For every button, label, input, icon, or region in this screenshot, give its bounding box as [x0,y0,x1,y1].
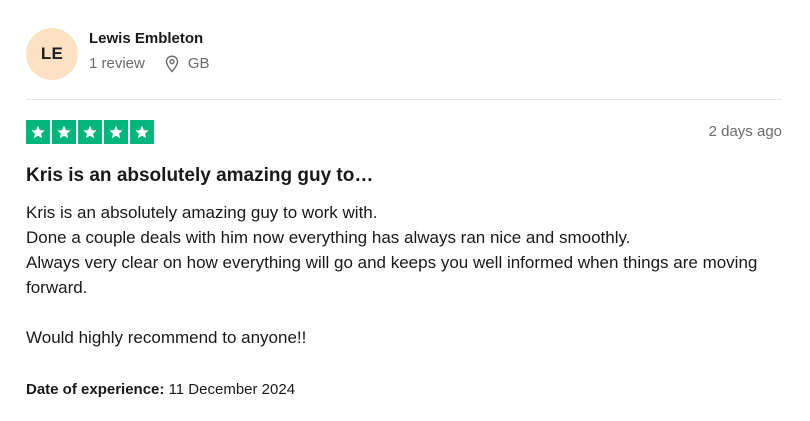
star-rating [26,120,154,144]
star-icon [78,120,102,144]
review-posted-date: 2 days ago [708,123,782,140]
divider [26,99,782,100]
experience-date: 11 December 2024 [168,381,296,398]
review-closing: Would highly recommend to anyone!! [26,328,307,347]
reviewer-meta: 1 review GB [89,54,210,74]
star-icon [26,120,50,144]
reviewer-name[interactable]: Lewis Embleton [89,28,210,50]
review-title[interactable]: Kris is an absolutely amazing guy to… [26,163,373,189]
review-text-line: Done a couple deals with him now everyth… [26,228,631,247]
star-icon [52,120,76,144]
review-body: Kris is an absolutely amazing guy to wor… [26,200,786,350]
experience-label: Date of experience: [26,381,165,398]
reviewer-header: LE Lewis Embleton 1 review GB [26,28,782,80]
date-of-experience: Date of experience: 11 December 2024 [26,380,295,400]
reviewer-country: GB [187,55,210,72]
review-card: LE Lewis Embleton 1 review GB 2 days ago… [26,0,782,421]
reviewer-info: Lewis Embleton 1 review GB [89,28,210,74]
review-text-line: Always very clear on how everything will… [26,253,758,297]
location-pin-icon [164,55,180,73]
review-text-line: Kris is an absolutely amazing guy to wor… [26,203,378,222]
star-icon [104,120,128,144]
avatar[interactable]: LE [26,28,78,80]
star-icon [130,120,154,144]
review-count: 1 review [89,55,145,72]
